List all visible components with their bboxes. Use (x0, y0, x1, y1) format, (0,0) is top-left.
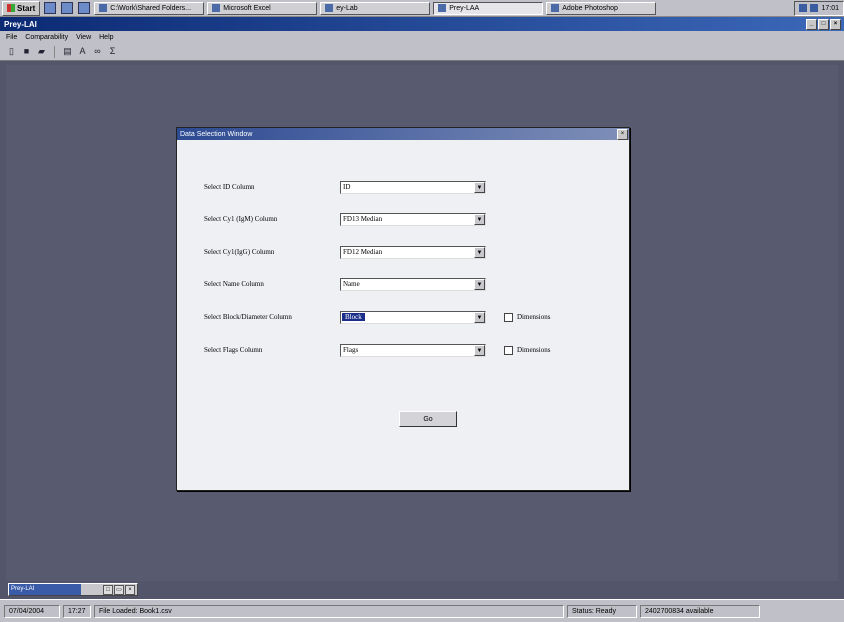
app-title: Prey-LAI (4, 19, 37, 29)
binoculars-icon[interactable]: ∞ (92, 46, 103, 57)
save-icon[interactable]: ■ (21, 46, 32, 57)
menu-view[interactable]: View (76, 34, 91, 41)
field-label: Select Flags Column (204, 346, 263, 354)
quick-launch-media-icon[interactable] (78, 2, 91, 14)
network-icon[interactable] (799, 4, 808, 12)
menu-file[interactable]: File (6, 34, 17, 41)
dropdown-arrow-icon[interactable]: ▼ (474, 344, 485, 356)
taskbar-item-explorer[interactable]: C:\Work\Shared Folders... (94, 1, 205, 15)
start-button[interactable]: Start (2, 0, 41, 16)
menu-comparability[interactable]: Comparability (25, 34, 68, 41)
print-icon[interactable]: ▤ (62, 46, 73, 57)
dropdown-arrow-icon[interactable]: ▼ (474, 278, 485, 290)
go-button[interactable]: Go (399, 411, 457, 427)
folder-icon (99, 4, 108, 12)
quick-launch-ie-icon[interactable] (61, 2, 74, 14)
dropdown-arrow-icon[interactable]: ▼ (474, 181, 485, 193)
close-icon[interactable]: × (617, 129, 628, 140)
checkbox-box[interactable] (504, 312, 513, 322)
excel-icon (212, 4, 221, 12)
app-titlebar: Prey-LAI _ □ × (0, 17, 844, 31)
menu-bar: File Comparability View Help (0, 31, 844, 43)
dialog-title: Data Selection Window (180, 130, 253, 138)
system-tray: 17:01 (794, 0, 844, 16)
volume-icon[interactable] (810, 4, 819, 12)
block-diameter-column-select[interactable]: Block ▼ (340, 310, 486, 324)
taskbar: Start C:\Work\Shared Folders... Microsof… (0, 0, 844, 17)
taskbar-item-excel[interactable]: Microsoft Excel (207, 1, 318, 15)
cy1-igg-column-select[interactable]: FD12 Median ▼ (340, 245, 486, 259)
close-icon[interactable]: × (125, 584, 135, 595)
id-column-row: Select ID Column ID ▼ (204, 180, 486, 194)
photoshop-icon (551, 4, 560, 12)
sum-icon[interactable]: Σ (107, 46, 118, 57)
cy1-igm-column-row: Select Cy1 (IgM) Column FD13 Median ▼ (204, 212, 486, 226)
app-icon (325, 4, 334, 12)
font-icon[interactable]: A (77, 46, 88, 57)
new-file-icon[interactable]: ▯ (6, 46, 17, 57)
cy1-igm-column-select[interactable]: FD13 Median ▼ (340, 212, 486, 226)
status-time: 17:27 (63, 604, 91, 618)
toolbar: ▯ ■ ▰ ▤ A ∞ Σ (0, 43, 844, 61)
flags-column-select[interactable]: Flags ▼ (340, 343, 486, 357)
dropdown-arrow-icon[interactable]: ▼ (474, 246, 485, 258)
field-label: Select Cy1 (IgM) Column (204, 215, 278, 223)
windows-logo-icon (7, 4, 15, 12)
minimize-icon[interactable]: _ (806, 18, 817, 30)
field-label: Select Block/Diameter Column (204, 313, 292, 321)
field-label: Select Name Column (204, 280, 264, 288)
close-icon[interactable]: × (830, 18, 841, 30)
maximize-icon[interactable]: ▭ (114, 584, 124, 595)
toolbar-separator (54, 45, 55, 58)
flags-column-row: Select Flags Column Flags ▼ Dimensions (204, 343, 550, 357)
window-controls: _ □ × (806, 18, 841, 30)
status-message: File Loaded: Book1.csv (94, 604, 564, 618)
menu-help[interactable]: Help (99, 34, 113, 41)
minimized-window-title: Prey-LAI (9, 584, 81, 595)
dialog-titlebar: Data Selection Window × (177, 128, 629, 140)
name-column-select[interactable]: Name ▼ (340, 277, 486, 291)
data-selection-dialog: Data Selection Window × Select ID Column… (176, 127, 630, 491)
quick-launch-desktop-icon[interactable] (44, 2, 57, 14)
restore-icon[interactable]: □ (103, 584, 113, 595)
taskbar-item-eylab[interactable]: ey-Lab (320, 1, 431, 15)
dimensions-checkbox[interactable]: Dimensions (504, 312, 550, 322)
dropdown-arrow-icon[interactable]: ▼ (474, 311, 485, 323)
status-date: 07/04/2004 (4, 604, 60, 618)
field-label: Select ID Column (204, 183, 255, 191)
name-column-row: Select Name Column Name ▼ (204, 277, 486, 291)
taskbar-item-prey-laa[interactable]: Prey-LAA (433, 1, 544, 15)
clock: 17:01 (821, 4, 839, 12)
minimized-controls: □ ▭ × (103, 584, 135, 595)
status-state: Status: Ready (567, 604, 637, 618)
minimized-window[interactable]: Prey-LAI □ ▭ × (8, 583, 138, 596)
dialog-body: Select ID Column ID ▼ Select Cy1 (IgM) Co… (177, 140, 629, 490)
block-diameter-column-row: Select Block/Diameter Column Block ▼ Dime… (204, 310, 550, 324)
maximize-icon[interactable]: □ (818, 18, 829, 30)
field-label: Select Cy1(IgG) Column (204, 248, 275, 256)
open-icon[interactable]: ▰ (36, 46, 47, 57)
dropdown-arrow-icon[interactable]: ▼ (474, 213, 485, 225)
status-bar: 07/04/2004 17:27 File Loaded: Book1.csv … (0, 599, 844, 622)
checkbox-box[interactable] (504, 345, 513, 355)
taskbar-item-photoshop[interactable]: Adobe Photoshop (546, 1, 657, 15)
app-icon (438, 4, 447, 12)
id-column-select[interactable]: ID ▼ (340, 180, 486, 194)
status-memory: 2402700834 available (640, 604, 760, 618)
cy1-igg-column-row: Select Cy1(IgG) Column FD12 Median ▼ (204, 245, 486, 259)
dimensions-checkbox-2[interactable]: Dimensions (504, 345, 550, 355)
